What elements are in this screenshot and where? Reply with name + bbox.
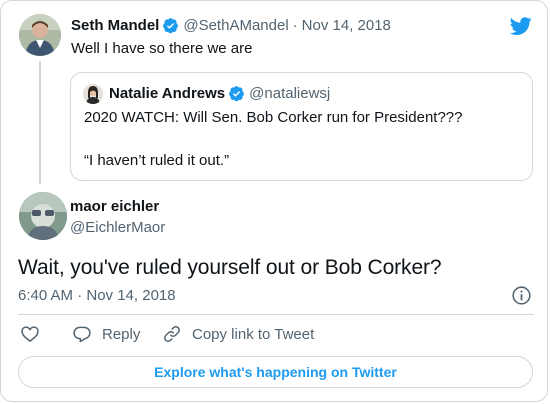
reply-bubble-icon <box>73 326 91 343</box>
twitter-bird-icon[interactable] <box>509 15 533 37</box>
avatar-image <box>83 84 103 104</box>
main-author-name[interactable]: maor eichler <box>70 198 159 215</box>
avatar-image <box>19 14 61 56</box>
copy-link-label: Copy link to Tweet <box>192 325 315 343</box>
main-tweet-text: Wait, you've ruled yourself out or Bob C… <box>18 256 442 279</box>
tweet-embed-card: Seth Mandel @SethAMandel · Nov 14, 2018 … <box>0 0 548 402</box>
verified-badge-icon <box>229 86 245 102</box>
quoted-tweet[interactable]: Natalie Andrews @nataliewsj 2020 WATCH: … <box>70 72 533 181</box>
verified-badge-icon <box>163 18 179 34</box>
main-author-handle[interactable]: @EichlerMaor <box>70 219 165 236</box>
link-icon <box>164 326 180 342</box>
avatar-image <box>19 192 67 240</box>
reply-label: Reply <box>102 325 141 343</box>
divider <box>18 314 534 315</box>
quoted-author-handle[interactable]: @nataliewsj <box>249 85 330 102</box>
quoted-tweet-text-line1: 2020 WATCH: Will Sen. Bob Corker run for… <box>84 109 463 126</box>
main-tweet-timestamp[interactable]: 6:40 AM · Nov 14, 2018 <box>18 287 176 304</box>
parent-tweet-header: Seth Mandel @SethAMandel · Nov 14, 2018 <box>71 17 391 34</box>
like-button[interactable] <box>20 324 40 344</box>
thread-connector-line <box>39 61 41 184</box>
heart-icon <box>21 326 39 342</box>
parent-author-handle[interactable]: @SethAMandel <box>183 17 288 34</box>
parent-tweet-date[interactable]: Nov 14, 2018 <box>302 17 391 34</box>
quoted-tweet-header: Natalie Andrews @nataliewsj <box>109 85 330 102</box>
separator-dot: · <box>292 17 298 34</box>
explore-twitter-button[interactable]: Explore what's happening on Twitter <box>18 356 533 388</box>
avatar-natalie-andrews[interactable] <box>83 84 103 104</box>
info-icon[interactable] <box>511 285 532 306</box>
quoted-tweet-text-line2: “I haven’t ruled it out.” <box>84 152 230 169</box>
avatar-maor-eichler[interactable] <box>19 192 67 240</box>
reply-button[interactable]: Reply <box>72 324 140 344</box>
quoted-author-name[interactable]: Natalie Andrews <box>109 85 225 102</box>
parent-tweet-text: Well I have so there we are <box>71 40 253 57</box>
copy-link-button[interactable]: Copy link to Tweet <box>162 324 314 344</box>
avatar-seth-mandel[interactable] <box>19 14 61 56</box>
parent-author-name[interactable]: Seth Mandel <box>71 17 159 34</box>
